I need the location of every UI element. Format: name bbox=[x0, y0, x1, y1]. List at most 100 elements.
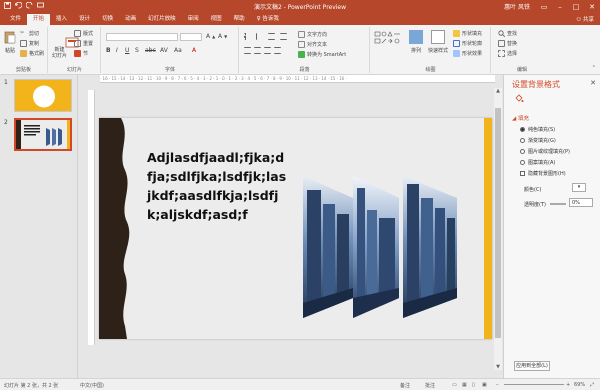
transparency-slider[interactable] bbox=[550, 203, 566, 205]
maximize-icon[interactable]: □ bbox=[568, 0, 584, 13]
comments-button[interactable]: 批注 bbox=[425, 382, 435, 389]
language-indicator[interactable]: 中文(中国) bbox=[80, 382, 104, 389]
normal-view-icon[interactable]: ▭ bbox=[452, 382, 457, 388]
current-slide[interactable]: Adjlasdfjaadl;fjka;dfja;sdlfjka;lsdfjk;l… bbox=[99, 118, 492, 339]
zoom-level[interactable]: 69% bbox=[574, 382, 585, 388]
shape-outline-button[interactable]: 形状轮廓 bbox=[453, 40, 482, 47]
find-button[interactable]: 查找 bbox=[498, 30, 517, 38]
quick-styles-button[interactable]: 快速样式 bbox=[428, 30, 448, 54]
zoom-slider[interactable] bbox=[504, 384, 564, 385]
reset-button[interactable]: 重置 bbox=[74, 40, 93, 47]
group-editing: 查找 替换 选择 编辑 bbox=[492, 27, 552, 73]
shape-effects-button[interactable]: 形状效果 bbox=[453, 50, 482, 57]
slideshow-icon[interactable]: ▣ bbox=[482, 382, 487, 388]
scroll-down-icon[interactable]: ▼ bbox=[494, 364, 502, 370]
solid-fill-option[interactable]: 纯色填充(S) bbox=[520, 126, 555, 133]
tab-insert[interactable]: 插入 bbox=[50, 14, 73, 25]
replace-button[interactable]: 替换 bbox=[498, 40, 517, 47]
slide-sorter-icon[interactable]: ▦ bbox=[462, 382, 467, 388]
smartart-button[interactable]: 转换为 SmartArt bbox=[298, 51, 346, 58]
vertical-scrollbar[interactable]: ▲ ▼ bbox=[494, 88, 502, 370]
close-pane-icon[interactable]: ✕ bbox=[590, 79, 596, 87]
building-photo-panel-1 bbox=[303, 176, 353, 318]
hide-background-checkbox[interactable]: 隐藏背景图形(H) bbox=[520, 170, 566, 177]
char-spacing-icon[interactable]: AV bbox=[160, 47, 168, 54]
tab-animations[interactable]: 动画 bbox=[119, 14, 142, 25]
zoom-out-icon[interactable]: – bbox=[496, 382, 499, 388]
change-case-icon[interactable]: Aa bbox=[174, 47, 182, 54]
grow-font-icon[interactable]: A ▲ bbox=[206, 33, 215, 40]
apply-to-all-button[interactable]: 应用到全部(L) bbox=[514, 361, 550, 371]
decrease-indent-icon[interactable] bbox=[268, 33, 275, 40]
tab-transitions[interactable]: 切换 bbox=[96, 14, 119, 25]
zoom-in-icon[interactable]: + bbox=[566, 382, 570, 388]
copy-icon bbox=[20, 40, 27, 47]
tab-help[interactable]: 帮助 bbox=[228, 14, 251, 25]
tab-home[interactable]: 开始 bbox=[27, 14, 51, 25]
cut-button[interactable]: ✂ 剪切 bbox=[20, 30, 39, 37]
numbering-icon[interactable] bbox=[256, 33, 263, 40]
tab-review[interactable]: 审阅 bbox=[182, 14, 205, 25]
pattern-fill-option[interactable]: 图案填充(A) bbox=[520, 159, 555, 166]
scrollbar-thumb[interactable] bbox=[495, 108, 501, 338]
ribbon-display-icon[interactable]: ▭ bbox=[536, 0, 552, 13]
font-family-combo[interactable] bbox=[106, 33, 178, 41]
fit-to-window-icon[interactable]: ⤢ bbox=[590, 382, 594, 388]
tab-file[interactable]: 文件 bbox=[4, 14, 27, 25]
align-text-button[interactable]: 对齐文本 bbox=[298, 41, 327, 48]
radio-button[interactable] bbox=[520, 160, 525, 165]
copy-button[interactable]: 复制 bbox=[20, 40, 39, 47]
justify-icon[interactable] bbox=[274, 47, 281, 54]
paste-button[interactable]: 粘贴 bbox=[3, 30, 17, 54]
slide-thumbnail-2[interactable] bbox=[14, 118, 72, 151]
italic-icon[interactable]: I bbox=[116, 47, 118, 54]
arrange-button[interactable]: 排列 bbox=[409, 30, 423, 54]
layout-button[interactable]: 版式 bbox=[74, 30, 93, 37]
replace-icon bbox=[498, 40, 505, 47]
color-picker-button[interactable]: ▾ bbox=[572, 183, 586, 192]
shadow-icon[interactable]: S bbox=[135, 47, 139, 54]
font-size-combo[interactable] bbox=[180, 33, 202, 41]
tab-design[interactable]: 设计 bbox=[73, 14, 96, 25]
slide-text-box[interactable]: Adjlasdfjaadl;fjka;dfja;sdlfjka;lsdfjk;l… bbox=[147, 148, 289, 224]
select-button[interactable]: 选择 bbox=[498, 50, 517, 57]
paragraph-group-label: 段落 bbox=[299, 67, 310, 73]
strikethrough-icon[interactable]: abc bbox=[145, 47, 156, 54]
align-right-icon[interactable] bbox=[264, 47, 271, 54]
increase-indent-icon[interactable] bbox=[280, 33, 287, 40]
tab-slideshow[interactable]: 幻灯片放映 bbox=[142, 14, 182, 25]
fill-bucket-icon[interactable] bbox=[514, 93, 524, 105]
close-icon[interactable]: ✕ bbox=[584, 0, 600, 13]
user-name[interactable]: 惠叶 风铁 bbox=[504, 2, 530, 11]
notes-button[interactable]: 备注 bbox=[400, 382, 410, 389]
bullets-icon[interactable] bbox=[244, 33, 251, 40]
transparency-input[interactable]: 0% bbox=[569, 198, 593, 207]
scroll-up-icon[interactable]: ▲ bbox=[494, 88, 502, 94]
minimize-icon[interactable]: – bbox=[552, 0, 568, 13]
picture-fill-option[interactable]: 图片或纹理填充(P) bbox=[520, 148, 570, 155]
collapse-ribbon-icon[interactable]: ⌃ bbox=[592, 65, 596, 71]
tell-me-search[interactable]: ♀ 告诉我 bbox=[251, 14, 285, 25]
tab-view[interactable]: 视图 bbox=[205, 14, 228, 25]
format-painter-button[interactable]: 格式刷 bbox=[20, 50, 44, 57]
radio-button[interactable] bbox=[520, 127, 525, 132]
section-button[interactable]: 节 bbox=[74, 50, 88, 57]
shape-fill-button[interactable]: 形状填充 bbox=[453, 30, 482, 37]
fill-section-header[interactable]: ◢ 填充 bbox=[512, 114, 529, 122]
reading-view-icon[interactable]: ▯ bbox=[472, 382, 475, 388]
gradient-fill-option[interactable]: 渐变填充(G) bbox=[520, 137, 556, 144]
underline-icon[interactable]: U bbox=[125, 47, 129, 54]
text-direction-button[interactable]: 文字方向 bbox=[298, 31, 327, 38]
align-left-icon[interactable] bbox=[244, 47, 251, 54]
shapes-gallery[interactable] bbox=[374, 31, 404, 51]
bold-icon[interactable]: B bbox=[106, 47, 111, 54]
shrink-font-icon[interactable]: A ▼ bbox=[218, 33, 227, 40]
radio-button[interactable] bbox=[520, 149, 525, 154]
checkbox[interactable] bbox=[520, 171, 525, 176]
new-slide-button[interactable]: 新建 幻灯片 bbox=[52, 30, 79, 59]
slide-thumbnail-1[interactable] bbox=[14, 79, 72, 112]
font-color-icon[interactable]: A bbox=[192, 47, 196, 54]
share-button[interactable]: ⚇ 共享 bbox=[576, 15, 594, 23]
align-center-icon[interactable] bbox=[254, 47, 261, 54]
radio-button[interactable] bbox=[520, 138, 525, 143]
